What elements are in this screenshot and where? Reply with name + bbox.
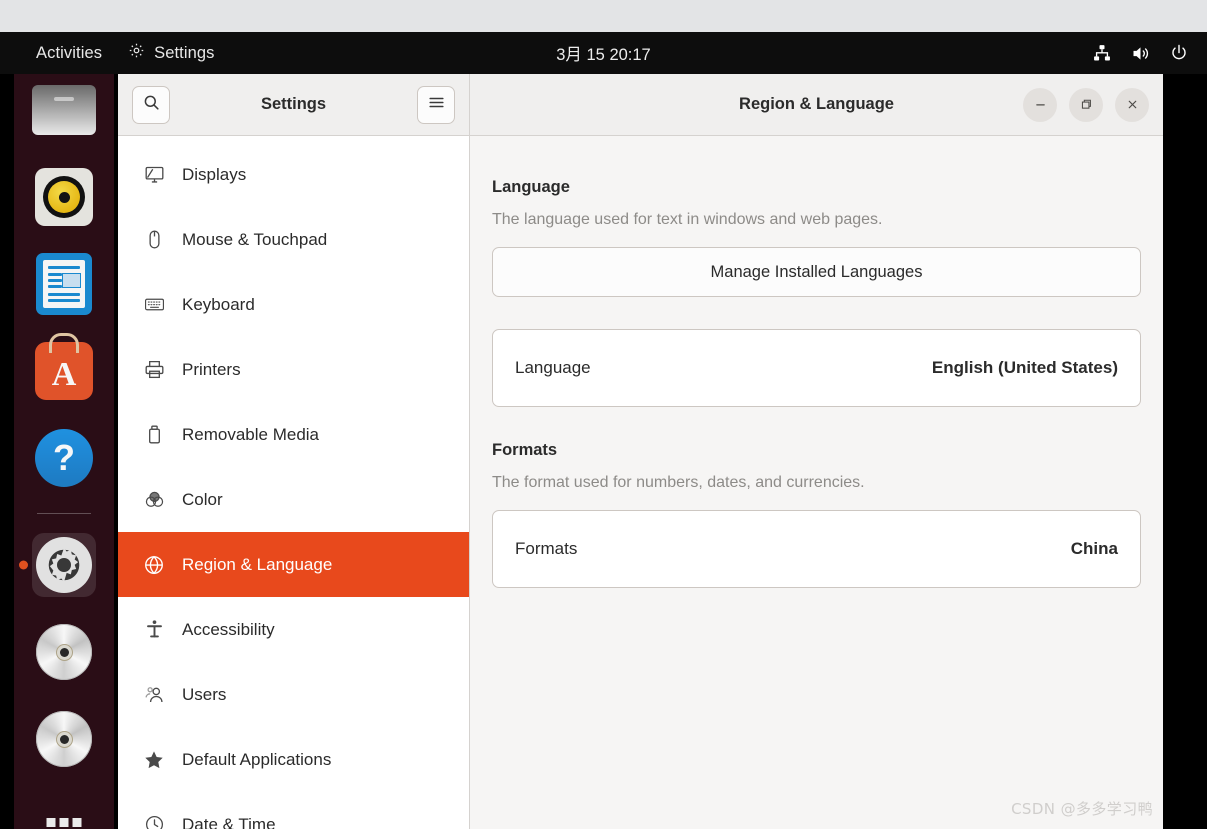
keyboard-icon (142, 293, 166, 317)
disc-icon (36, 624, 92, 680)
minimize-button[interactable] (1023, 87, 1057, 122)
disc-icon (36, 711, 92, 767)
sidebar-item-region-language[interactable]: Region & Language (118, 532, 469, 597)
globe-icon (142, 553, 166, 577)
sidebar-item-removable-media[interactable]: Removable Media (118, 402, 469, 467)
sidebar-title: Settings (260, 95, 327, 113)
main-menu-button[interactable] (417, 85, 455, 124)
region-language-panel: Language The language used for text in w… (470, 136, 1163, 829)
formats-row-label: Formats (515, 539, 578, 558)
app-menu-button[interactable]: Settings (128, 42, 214, 64)
sidebar-item-label: Date & Time (182, 814, 276, 829)
dock-item-rhythmbox[interactable] (32, 165, 96, 229)
watermark: CSDN @多多学习鸭 (1011, 800, 1153, 818)
manage-installed-languages-button[interactable]: Manage Installed Languages (492, 247, 1141, 297)
app-menu-label: Settings (154, 43, 215, 62)
formats-card: Formats China (492, 510, 1141, 588)
formats-row-value: China (1070, 539, 1118, 558)
panel-header: Region & Language (470, 74, 1163, 135)
desktop-screen: Activities Settings 3月 15 20:17 A ? Sett… (0, 0, 1207, 829)
window-body: Displays Mouse & Touchpad Keyboard Print… (118, 136, 1163, 829)
language-row-value: English (United States) (931, 358, 1118, 377)
desktop-top-strip (0, 0, 1207, 32)
users-icon (142, 683, 166, 707)
star-icon (142, 748, 166, 772)
sidebar-item-label: Default Applications (182, 749, 332, 769)
sidebar-item-color[interactable]: Color (118, 467, 469, 532)
language-section-title: Language (492, 178, 570, 196)
files-icon (32, 85, 96, 135)
clock-icon (142, 813, 166, 829)
dock-item-ubuntu-software[interactable]: A (32, 339, 96, 403)
sidebar-item-accessibility[interactable]: Accessibility (118, 597, 469, 662)
dock-item-disc-1[interactable] (32, 620, 96, 684)
accessibility-icon (142, 618, 166, 642)
dock-item-files[interactable] (32, 78, 96, 142)
ubuntu-software-icon: A (35, 342, 93, 400)
maximize-button[interactable] (1069, 87, 1103, 122)
language-row[interactable]: Language English (United States) (493, 330, 1140, 406)
sidebar-item-label: Removable Media (182, 424, 320, 444)
top-bar-left-group: Activities Settings (0, 42, 215, 64)
rhythmbox-icon (35, 168, 93, 226)
sidebar-item-printers[interactable]: Printers (118, 337, 469, 402)
dock-item-disc-2[interactable] (32, 707, 96, 771)
sidebar-item-mouse-touchpad[interactable]: Mouse & Touchpad (118, 207, 469, 272)
dock-item-help[interactable]: ? (32, 426, 96, 490)
volume-icon (1130, 43, 1151, 64)
sidebar-item-users[interactable]: Users (118, 662, 469, 727)
sidebar-item-label: Mouse & Touchpad (182, 229, 328, 249)
display-icon (142, 163, 166, 187)
activities-button[interactable]: Activities (36, 44, 102, 63)
dock-item-settings[interactable] (32, 533, 96, 597)
sidebar-item-label: Color (182, 489, 223, 509)
window-header-bar: Settings Region & Language (118, 74, 1163, 136)
sidebar-item-keyboard[interactable]: Keyboard (118, 272, 469, 337)
sidebar-item-label: Users (182, 684, 227, 704)
hamburger-menu-icon (427, 93, 446, 117)
language-section-description: The language used for text in windows an… (492, 211, 883, 228)
system-status-area[interactable] (1092, 43, 1189, 64)
gear-icon (128, 42, 145, 64)
show-applications-button[interactable] (46, 818, 82, 827)
language-row-label: Language (515, 358, 591, 377)
sidebar-item-label: Accessibility (182, 619, 275, 639)
formats-section-title: Formats (492, 441, 558, 459)
dock-separator (37, 513, 91, 514)
sidebar-item-date-time[interactable]: Date & Time (118, 792, 469, 829)
color-icon (142, 488, 166, 512)
search-icon (142, 93, 161, 117)
sidebar-item-label: Keyboard (182, 294, 255, 314)
power-icon (1169, 43, 1189, 63)
dock-item-libreoffice-writer[interactable] (32, 252, 96, 316)
printer-icon (142, 358, 166, 382)
close-button[interactable] (1115, 87, 1149, 122)
settings-gear-icon (36, 537, 92, 593)
settings-sidebar: Displays Mouse & Touchpad Keyboard Print… (118, 136, 470, 829)
sidebar-item-label: Region & Language (182, 554, 333, 574)
sidebar-item-default-applications[interactable]: Default Applications (118, 727, 469, 792)
mouse-icon (142, 228, 166, 252)
activities-label: Activities (36, 43, 103, 62)
network-wired-icon (1092, 43, 1112, 63)
usb-drive-icon (142, 423, 166, 447)
libreoffice-writer-icon (36, 253, 92, 315)
formats-row[interactable]: Formats China (493, 511, 1140, 587)
formats-section-description: The format used for numbers, dates, and … (492, 474, 865, 491)
sidebar-item-label: Displays (182, 164, 247, 184)
sidebar-item-displays[interactable]: Displays (118, 142, 469, 207)
sidebar-header: Settings (118, 74, 470, 135)
ubuntu-dock: A ? (14, 74, 114, 829)
window-controls (1023, 87, 1149, 122)
help-icon: ? (35, 429, 93, 487)
sidebar-item-label: Printers (182, 359, 241, 379)
settings-window: Settings Region & Language Displays Mous… (118, 74, 1163, 829)
gnome-top-bar: Activities Settings 3月 15 20:17 (0, 32, 1207, 74)
language-card: Language English (United States) (492, 329, 1141, 407)
search-button[interactable] (132, 85, 170, 124)
